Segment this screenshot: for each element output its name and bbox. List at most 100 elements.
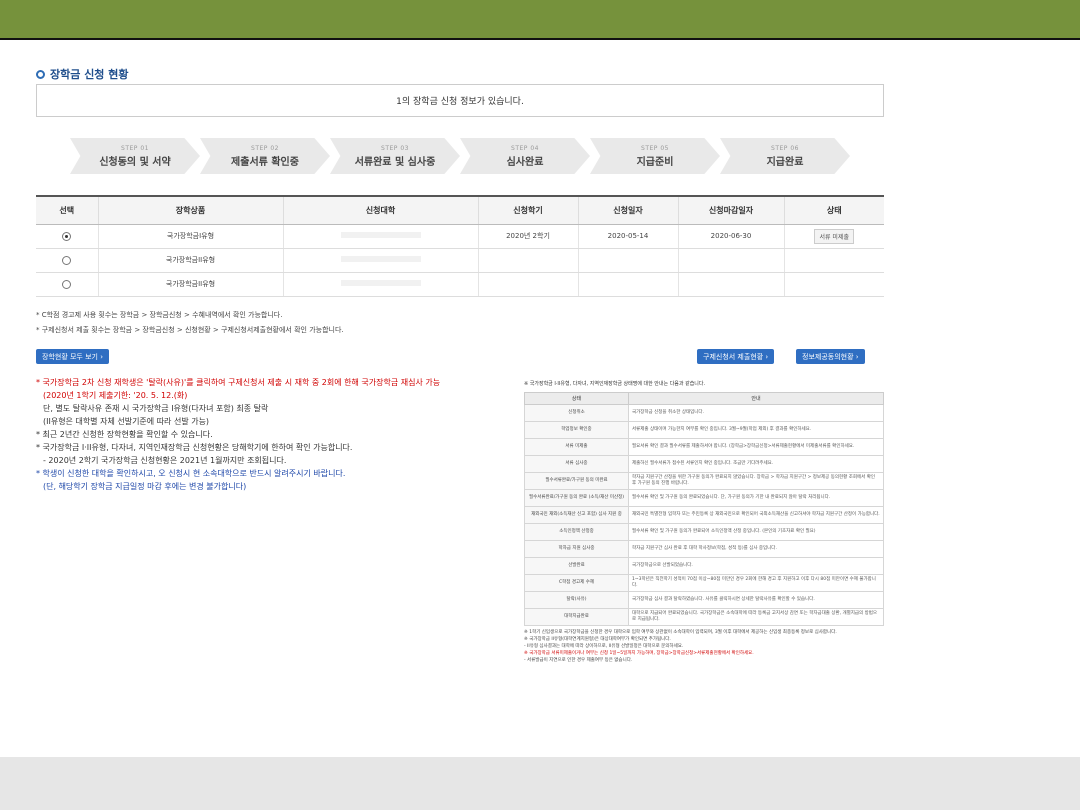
guide-desc-cell: 제출하신 필수서류가 접수된 서류인지 확인 중입니다. 조금만 기다려주세요. bbox=[628, 455, 884, 473]
step-number: STEP 03 bbox=[381, 144, 409, 152]
deadline-cell bbox=[678, 272, 785, 297]
status-badge[interactable]: 서류 미제출 bbox=[814, 228, 854, 244]
university-cell bbox=[283, 224, 479, 249]
notice-line: - 2020년 2학기 국가장학금 신청현황은 2021년 1월까지만 조회됩니… bbox=[43, 456, 287, 465]
guide-row: 서류 미제출 필요서류 확인 결과 필수서류를 제출하셔야 합니다. (장학금>장… bbox=[524, 438, 884, 456]
step-6: STEP 06 지급완료 bbox=[720, 138, 850, 174]
guide-status-cell: 재외국민 재외(소득재산 신고 포함) 심사 지원 중 bbox=[524, 506, 629, 524]
step-label: 신청동의 및 서약 bbox=[99, 156, 171, 168]
guide-status-cell: 필수서류완료/가구원 동의 미완료 bbox=[524, 472, 629, 490]
appeal-status-button[interactable]: 구제신청서 제출현황 › bbox=[697, 349, 775, 364]
table-row[interactable]: 국가장학금II유형 bbox=[36, 248, 884, 273]
guide-status-cell: 탈락(사유) bbox=[524, 591, 629, 609]
product-cell: 국가장학금I유형 bbox=[98, 224, 284, 249]
guide-row: 대학지급완료 대학으로 지급되어 완료되었습니다. 국가장학금은 소속대학에 따라… bbox=[524, 608, 884, 626]
row-radio-selected[interactable] bbox=[62, 231, 72, 241]
guide-row: 학자금 지원 심사중 학자금 지원구간 심사 완료 후 대학 학사정보(학점, 성… bbox=[524, 540, 884, 558]
guide-desc-cell: 국가장학금으로 선발되었습니다. bbox=[628, 557, 884, 575]
step-label: 심사완료 bbox=[506, 156, 544, 168]
guide-col-desc: 안내 bbox=[628, 392, 884, 405]
guide-intro: ※ 국가장학금 I·II유형, 다자녀, 지역인재장학금 상태명에 대한 안내는… bbox=[524, 381, 706, 387]
footnote-line: - 서류발급이 지연으로 인한 경우 제출여부 등은 없습니다. bbox=[524, 658, 633, 663]
step-number: STEP 04 bbox=[511, 144, 539, 152]
guide-status-cell: 대학지급완료 bbox=[524, 608, 629, 626]
select-cell bbox=[36, 224, 99, 249]
guide-row: 선발완료 국가장학금으로 선발되었습니다. bbox=[524, 557, 884, 575]
guide-desc-cell: 대학으로 지급되어 완료되었습니다. 국가장학금은 소속대학에 따라 등록금 고… bbox=[628, 608, 884, 626]
col-deadline: 신청마감일자 bbox=[678, 195, 785, 225]
circle-bullet-icon bbox=[36, 69, 45, 79]
step-1: STEP 01 신청동의 및 서약 bbox=[70, 138, 200, 174]
table-header-row: 선택 장학상품 신청대학 신청학기 신청일자 신청마감일자 상태 bbox=[36, 195, 884, 225]
top-header-bar bbox=[0, 0, 1080, 40]
apply-date-cell: 2020-05-14 bbox=[578, 224, 679, 249]
step-5: STEP 05 지급준비 bbox=[590, 138, 720, 174]
guide-status-cell: 서류 심사중 bbox=[524, 455, 629, 473]
guide-status-cell: 신청취소 bbox=[524, 404, 629, 422]
guide-row: C학점 경고제 수혜 1~3학년은 직전학기 성적이 70점 이상~80점 미만인… bbox=[524, 574, 884, 592]
guide-status-cell: 서류 미제출 bbox=[524, 438, 629, 456]
guide-desc-cell: 학자금 지원구간 산정을 위한 가구원 동의가 완료되지 않았습니다. 장학금 … bbox=[628, 472, 884, 490]
step-number: STEP 06 bbox=[771, 144, 799, 152]
redacted-university bbox=[340, 280, 421, 286]
select-cell bbox=[36, 248, 99, 273]
guide-desc-cell: 필수서류 확인 및 가구원 동의가 완료되어 소득인정액 산정 중입니다. (본… bbox=[628, 523, 884, 541]
semester-cell: 2020년 2학기 bbox=[478, 224, 579, 249]
notice-line: * 학생이 신청한 대학을 확인하시고, 오 신청시 현 소속대학으로 반드시 … bbox=[36, 469, 346, 478]
step-label: 지급완료 bbox=[766, 156, 804, 168]
step-2: STEP 02 제출서류 확인중 bbox=[200, 138, 330, 174]
guide-footnotes: ※ 1학기 신입생으로 국가장학금을 신청한 경우 대학으로 입학 여부와 상관… bbox=[524, 629, 886, 664]
info-consent-button[interactable]: 정보제공동의현황 › bbox=[796, 349, 865, 364]
section-title-text: 장학금 신청 현황 bbox=[50, 68, 129, 81]
application-table: 선택 장학상품 신청대학 신청학기 신청일자 신청마감일자 상태 국가장학금I유… bbox=[36, 195, 884, 297]
col-semester: 신청학기 bbox=[478, 195, 579, 225]
progress-steps: STEP 01 신청동의 및 서약 STEP 02 제출서류 확인중 STEP 03… bbox=[70, 138, 880, 174]
guide-status-cell: 소득인정액 산정중 bbox=[524, 523, 629, 541]
bottom-band bbox=[0, 757, 1080, 810]
guide-row: 탈락(사유) 국가장학금 심사 결과 탈락하였습니다. 사유를 클릭하시면 상세한… bbox=[524, 591, 884, 609]
note-line: * 구제신청서 제출 횟수는 장학금 > 장학금신청 > 신청현황 > 구제신청… bbox=[36, 326, 344, 334]
product-cell: 국가장학금II유형 bbox=[98, 272, 284, 297]
col-status: 상태 bbox=[784, 195, 884, 225]
apply-date-cell bbox=[578, 248, 679, 273]
select-cell bbox=[36, 272, 99, 297]
notice-line: (II유형은 대학별 자체 선발기준에 따라 선발 가능) bbox=[43, 417, 210, 426]
row-radio[interactable] bbox=[62, 255, 72, 265]
status-cell: 서류 미제출 bbox=[784, 224, 884, 249]
notice-line: * 국가장학금 2차 신청 재학생은 '탈락(사유)'를 클릭하여 구제신청서 … bbox=[36, 378, 441, 387]
table-notes: * C학점 경고제 사용 횟수는 장학금 > 장학금신청 > 수혜내역에서 확인… bbox=[36, 308, 344, 338]
row-radio[interactable] bbox=[62, 279, 72, 289]
chevron-right-icon: › bbox=[100, 352, 104, 361]
note-line: * C학점 경고제 사용 횟수는 장학금 > 장학금신청 > 수혜내역에서 확인… bbox=[36, 311, 283, 319]
step-3: STEP 03 서류완료 및 심사중 bbox=[330, 138, 460, 174]
semester-cell bbox=[478, 248, 579, 273]
guide-desc-cell: 필요서류 확인 결과 필수서류를 제출하셔야 합니다. (장학금>장학금신청>서… bbox=[628, 438, 884, 456]
guide-status-cell: C학점 경고제 수혜 bbox=[524, 574, 629, 592]
table-row[interactable]: 국가장학금II유형 bbox=[36, 272, 884, 297]
guide-row: 신청취소 국가장학금 신청을 취소한 상태입니다. bbox=[524, 404, 884, 422]
apply-date-cell bbox=[578, 272, 679, 297]
guide-desc-cell: 1~3학년은 직전학기 성적이 70점 이상~80점 미만인 경우 2회에 한해… bbox=[628, 574, 884, 592]
col-product: 장학상품 bbox=[98, 195, 284, 225]
guide-desc-cell: 학자금 지원구간 심사 완료 후 대학 학사정보(학점, 성적 등)를 심사 중… bbox=[628, 540, 884, 558]
guide-row: 재외국민 재외(소득재산 신고 포함) 심사 지원 중 재외국민 특별전형 입학자… bbox=[524, 506, 884, 524]
table-row[interactable]: 국가장학금I유형 2020년 2학기 2020-05-14 2020-06-30… bbox=[36, 224, 884, 249]
col-apply-date: 신청일자 bbox=[578, 195, 679, 225]
guide-desc-cell: 필수서류 확인 및 가구원 동의 완료되었습니다. 단, 가구원 동의가 기한 … bbox=[628, 489, 884, 507]
view-all-status-button[interactable]: 장학현황 모두 보기 › bbox=[36, 349, 110, 364]
chevron-right-icon: › bbox=[765, 352, 769, 361]
guide-header-row: 상태 안내 bbox=[524, 392, 884, 405]
guide-status-cell: 학자금 지원 심사중 bbox=[524, 540, 629, 558]
guide-row: 소득인정액 산정중 필수서류 확인 및 가구원 동의가 완료되어 소득인정액 산정… bbox=[524, 523, 884, 541]
guide-row: 필수서류완료/가구원 동의 미완료 학자금 지원구간 산정을 위한 가구원 동의가… bbox=[524, 472, 884, 490]
status-cell bbox=[784, 272, 884, 297]
step-label: 제출서류 확인중 bbox=[231, 156, 299, 168]
redacted-university bbox=[340, 256, 421, 262]
guide-desc-cell: 국가장학금 신청을 취소한 상태입니다. bbox=[628, 404, 884, 422]
chevron-right-icon: › bbox=[855, 352, 859, 361]
step-number: STEP 02 bbox=[251, 144, 279, 152]
status-guide-table: 상태 안내 신청취소 국가장학금 신청을 취소한 상태입니다. 학업정보 확인중 서류… bbox=[524, 392, 884, 626]
footnote-line: ※ 국가장학금 서류미제출이거나 여부는 신청 1일~5일까지 가능하며, 장학… bbox=[524, 651, 754, 656]
guide-col-status: 상태 bbox=[524, 392, 629, 405]
footnote-line: - II유형 심사결과는 대학에 따라 상이하므로, II유형 선발일정은 대학… bbox=[524, 644, 684, 649]
